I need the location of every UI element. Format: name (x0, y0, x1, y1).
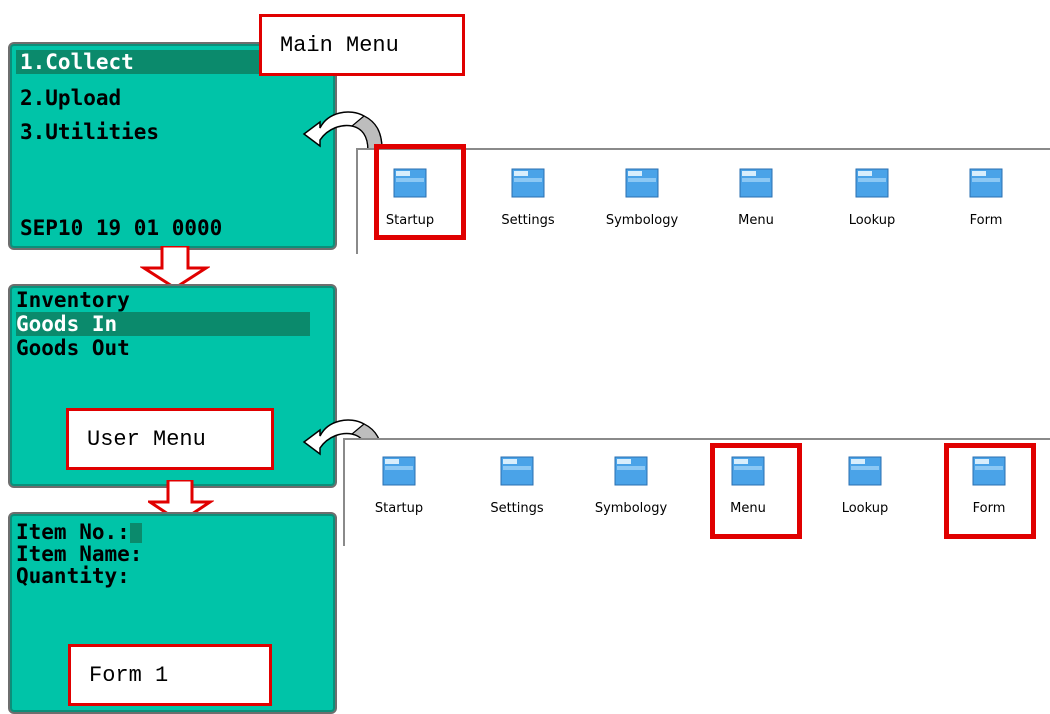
folder-icon (500, 456, 534, 486)
folder-label: Lookup (841, 501, 889, 516)
folder-label: Symbology (594, 501, 668, 516)
field-item-no[interactable]: Item No.: (16, 520, 142, 544)
menu-item-upload[interactable]: 2.Upload (20, 86, 121, 110)
folder-label: Startup (374, 501, 424, 516)
folder-label: Lookup (848, 213, 896, 228)
selection-box-startup (374, 144, 466, 240)
field-item-name[interactable]: Item Name: (16, 542, 142, 566)
menu-item-collect[interactable]: 1.Collect (16, 50, 265, 74)
main-menu-label-text: Main Menu (280, 32, 399, 58)
folder-symbology[interactable]: Symbology (602, 168, 682, 228)
field-quantity[interactable]: Quantity: (16, 564, 130, 588)
selection-box-menu (710, 443, 802, 539)
folder-form[interactable]: Form (946, 168, 1026, 228)
field-item-no-label: Item No.: (16, 520, 130, 544)
folder-icon (739, 168, 773, 198)
user-menu-label: User Menu (66, 408, 274, 470)
folder-lookup[interactable]: Lookup (832, 168, 912, 228)
folder-icon (848, 456, 882, 486)
folder-icon (511, 168, 545, 198)
folder-label: Symbology (605, 213, 679, 228)
cursor-block (129, 523, 142, 543)
folder-icon (855, 168, 889, 198)
form-label-text: Form 1 (89, 662, 169, 688)
folder-settings[interactable]: Settings (477, 456, 557, 516)
folder-label: Menu (738, 213, 774, 228)
folder-symbology[interactable]: Symbology (591, 456, 671, 516)
selection-box-form (944, 443, 1036, 539)
folder-lookup[interactable]: Lookup (825, 456, 905, 516)
folder-menu[interactable]: Menu (716, 168, 796, 228)
user-menu-label-text: User Menu (87, 426, 206, 452)
folder-startup[interactable]: Startup (359, 456, 439, 516)
folder-icon (969, 168, 1003, 198)
folder-icon (625, 168, 659, 198)
folder-label: Form (969, 213, 1003, 228)
status-footer: SEP10 19 01 0000 (20, 216, 223, 240)
menu-item-goods-out[interactable]: Goods Out (16, 336, 130, 360)
folder-icon (614, 456, 648, 486)
folder-icon (382, 456, 416, 486)
menu-item-inventory[interactable]: Inventory (16, 288, 130, 312)
folder-label: Settings (490, 501, 544, 516)
main-menu-label: Main Menu (259, 14, 465, 76)
form-label: Form 1 (68, 644, 272, 706)
menu-item-utilities[interactable]: 3.Utilities (20, 120, 159, 144)
folder-settings[interactable]: Settings (488, 168, 568, 228)
menu-item-goods-in[interactable]: Goods In (16, 312, 310, 336)
folder-label: Settings (501, 213, 555, 228)
